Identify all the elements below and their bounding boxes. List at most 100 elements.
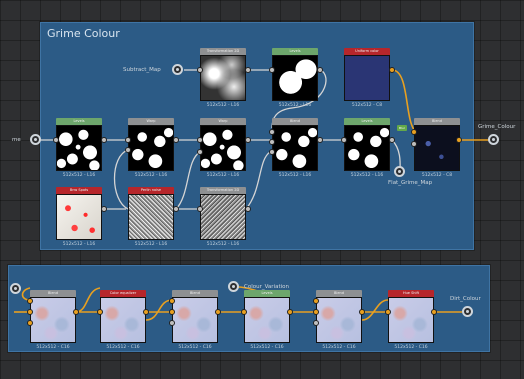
node-dirt-blend-1[interactable]: Blend 512x512 - C16 — [30, 290, 76, 350]
node-thumbnail — [56, 125, 102, 171]
input-port[interactable] — [169, 309, 175, 315]
output-port[interactable] — [287, 309, 293, 315]
grime-colour-output[interactable] — [488, 134, 499, 145]
node-levels-top[interactable]: Levels 512x512 - L16 — [272, 48, 318, 108]
node-title: Levels — [344, 118, 390, 125]
node-perlin-noise[interactable]: Perlin noise 512x512 - L16 — [128, 187, 174, 247]
input-port[interactable] — [385, 309, 391, 315]
node-uniform-color[interactable]: Uniform color 512x512 - C8 — [344, 48, 390, 108]
input-port[interactable] — [313, 298, 319, 304]
output-port[interactable] — [389, 137, 395, 143]
output-port[interactable] — [245, 137, 251, 143]
node-title: Blend — [272, 118, 318, 125]
node-resolution: 512x512 - L16 — [278, 103, 312, 108]
output-port[interactable] — [317, 137, 323, 143]
input-port[interactable] — [125, 147, 131, 153]
input-port[interactable] — [53, 137, 59, 143]
input-port[interactable] — [27, 298, 33, 304]
node-transformation-2d-bottom[interactable]: Transformation 2D 512x512 - L16 — [200, 187, 246, 247]
node-resolution: 512x512 - L16 — [62, 242, 96, 247]
output-port[interactable] — [173, 137, 179, 143]
node-title: Warp — [200, 118, 246, 125]
input-port[interactable] — [169, 298, 175, 304]
output-port[interactable] — [173, 206, 179, 212]
input-port[interactable] — [411, 129, 417, 135]
node-blend-main[interactable]: Blend 512x512 - L16 — [272, 118, 318, 178]
subtract-map-label: Subtract_Map — [123, 67, 161, 73]
node-title: Warp — [128, 118, 174, 125]
input-port[interactable] — [197, 67, 203, 73]
input-port[interactable] — [269, 129, 275, 135]
node-resolution: 512x512 - C16 — [394, 345, 428, 350]
input-port[interactable] — [197, 149, 203, 155]
node-thumbnail — [244, 297, 290, 343]
blur-pill[interactable]: Blur — [397, 125, 407, 131]
node-warp-1[interactable]: Warp 512x512 - L16 — [128, 118, 174, 178]
node-title: Hue Shift — [388, 290, 434, 297]
node-resolution: 512x512 - L16 — [206, 173, 240, 178]
output-port[interactable] — [456, 137, 462, 143]
node-title: Bnw Spots — [56, 187, 102, 194]
input-port[interactable] — [197, 137, 203, 143]
node-color-equalizer[interactable]: Color equalizer 512x512 - C16 — [100, 290, 146, 350]
node-dirt-blend-3[interactable]: Blend 512x512 - C16 — [316, 290, 362, 350]
input-port[interactable] — [197, 206, 203, 212]
node-resolution: 512x512 - C16 — [36, 345, 70, 350]
output-port[interactable] — [73, 309, 79, 315]
input-port[interactable] — [27, 309, 33, 315]
node-title: Blend — [316, 290, 362, 297]
node-dirt-blend-2[interactable]: Blend 512x512 - C16 — [172, 290, 218, 350]
output-port[interactable] — [317, 67, 323, 73]
colour-variation-input[interactable] — [228, 281, 239, 292]
node-title: Levels — [56, 118, 102, 125]
node-resolution: 512x512 - L16 — [278, 173, 312, 178]
input-port[interactable] — [269, 67, 275, 73]
node-levels-right[interactable]: Levels 512x512 - L16 — [344, 118, 390, 178]
node-hue-shift[interactable]: Hue Shift 512x512 - C16 — [388, 290, 434, 350]
output-port[interactable] — [359, 309, 365, 315]
input-port[interactable] — [313, 320, 319, 326]
node-resolution: 512x512 - L16 — [62, 173, 96, 178]
node-dirt-levels[interactable]: Levels 512x512 - C16 — [244, 290, 290, 350]
dirt-colour-label: Dirt_Colour — [450, 296, 481, 302]
dirt-left-input[interactable] — [10, 283, 21, 294]
node-warp-2[interactable]: Warp 512x512 - L16 — [200, 118, 246, 178]
output-port[interactable] — [101, 206, 107, 212]
output-port[interactable] — [431, 309, 437, 315]
node-resolution: 512x512 - L16 — [134, 173, 168, 178]
node-levels-main[interactable]: Levels 512x512 - L16 — [56, 118, 102, 178]
node-title: Transformation 2D — [200, 48, 246, 55]
node-resolution: 512x512 - C8 — [421, 173, 453, 178]
node-thumbnail — [56, 194, 102, 240]
input-port[interactable] — [269, 149, 275, 155]
node-thumbnail — [30, 297, 76, 343]
input-port[interactable] — [125, 137, 131, 143]
node-resolution: 512x512 - C16 — [106, 345, 140, 350]
left-input[interactable] — [30, 134, 41, 145]
input-port[interactable] — [269, 139, 275, 145]
input-port[interactable] — [411, 141, 417, 147]
node-transformation-2d-top[interactable]: Transformation 2D 512x512 - L16 — [200, 48, 246, 108]
input-port[interactable] — [241, 309, 247, 315]
input-port[interactable] — [169, 320, 175, 326]
node-thumbnail — [414, 125, 460, 171]
flat-grime-map-output[interactable] — [394, 166, 405, 177]
node-title: Transformation 2D — [200, 187, 246, 194]
output-port[interactable] — [143, 309, 149, 315]
subtract-map-input[interactable] — [172, 64, 183, 75]
output-port[interactable] — [245, 206, 251, 212]
dirt-colour-output[interactable] — [462, 306, 473, 317]
node-bnw-spots[interactable]: Bnw Spots 512x512 - L16 — [56, 187, 102, 247]
output-port[interactable] — [215, 309, 221, 315]
output-port[interactable] — [389, 67, 395, 73]
left-input-label: me — [12, 137, 21, 143]
node-blend-colour[interactable]: Blend 512x512 - C8 — [414, 118, 460, 178]
input-port[interactable] — [313, 309, 319, 315]
input-port[interactable] — [27, 320, 33, 326]
node-thumbnail — [128, 125, 174, 171]
output-port[interactable] — [245, 67, 251, 73]
input-port[interactable] — [341, 137, 347, 143]
output-port[interactable] — [101, 137, 107, 143]
node-title: Uniform color — [344, 48, 390, 55]
input-port[interactable] — [97, 309, 103, 315]
